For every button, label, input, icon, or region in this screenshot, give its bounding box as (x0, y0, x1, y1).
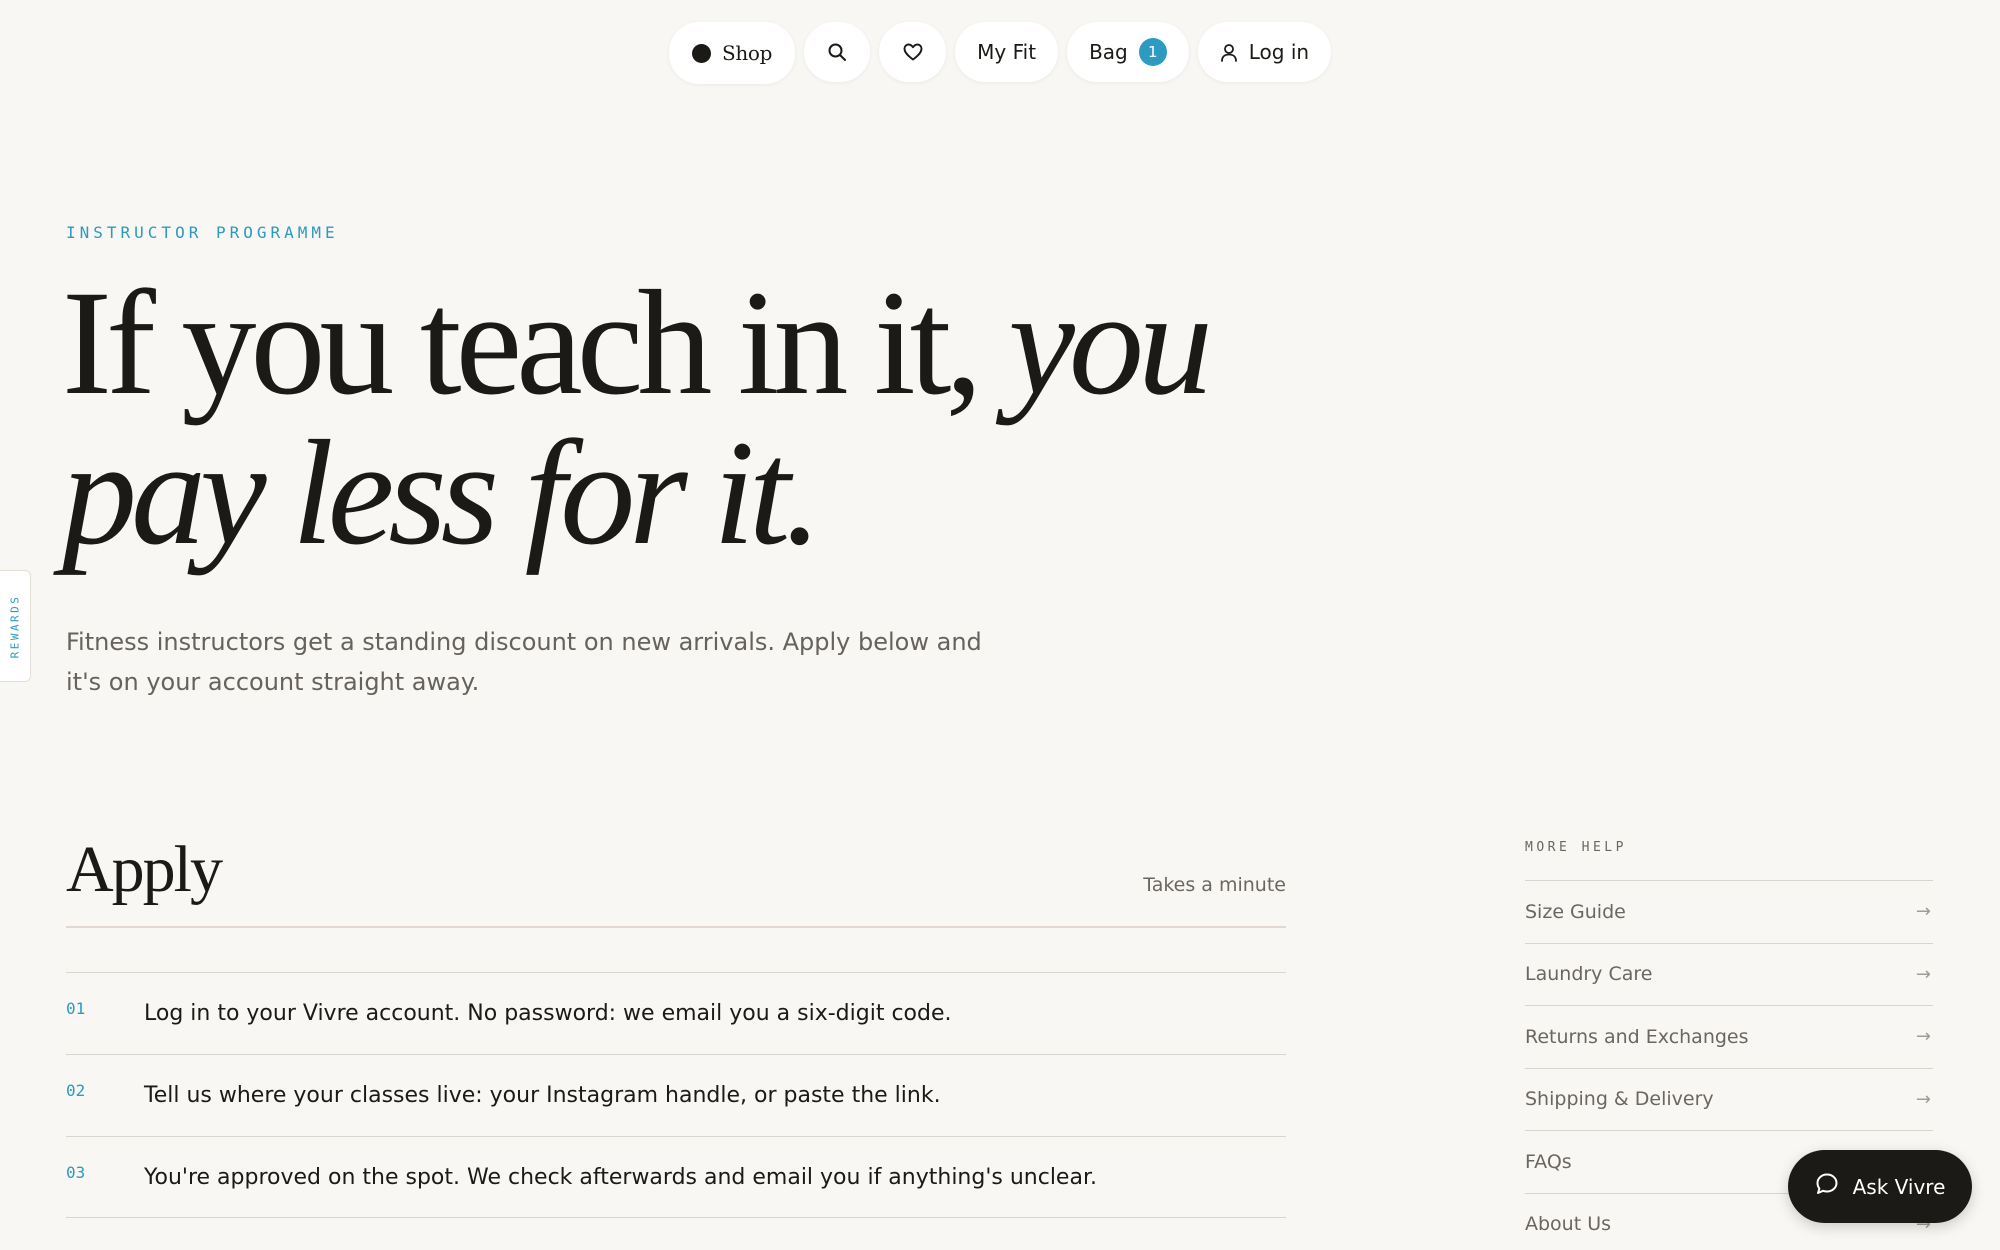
wishlist-button[interactable] (879, 22, 947, 82)
shop-dot-icon (691, 43, 711, 63)
hero-title-italic-1: you (1008, 260, 1213, 426)
arrow-right-icon: → (1915, 963, 1931, 985)
help-link-label: Laundry Care (1525, 963, 1653, 986)
apply-note: Takes a minute (1143, 874, 1286, 896)
bag-label: Bag (1089, 40, 1128, 64)
top-nav: Shop My Fit Bag 1 Log in (0, 22, 2000, 84)
hero-subtitle: Fitness instructors get a standing disco… (66, 628, 982, 696)
apply-heading: Apply (66, 833, 223, 906)
arrow-right-icon: → (1915, 1026, 1931, 1048)
step-number: 02 (66, 1081, 86, 1100)
help-link-label: Returns and Exchanges (1525, 1025, 1749, 1048)
search-button[interactable] (804, 22, 871, 82)
arrow-right-icon: → (1915, 901, 1931, 923)
apply-divider (66, 926, 1286, 928)
rewards-tab-label: REWARDS (8, 594, 22, 658)
hero-title-plain: If you teach in it, (62, 260, 1009, 426)
step-text: You're approved on the spot. We check af… (144, 1164, 1097, 1190)
ask-vivre-button[interactable]: Ask Vivre (1788, 1150, 1972, 1223)
more-help-title: MORE HELP (1525, 840, 1627, 855)
help-link-laundry-care[interactable]: Laundry Care → (1525, 942, 1933, 1006)
step-text: Log in to your Vivre account. No passwor… (144, 1001, 952, 1026)
help-link-label: Shipping & Delivery (1525, 1088, 1714, 1111)
heart-icon (903, 43, 923, 61)
bag-button[interactable]: Bag 1 (1067, 22, 1189, 82)
shop-button[interactable]: Shop (668, 22, 796, 84)
hero-eyebrow: INSTRUCTOR PROGRAMME (66, 223, 339, 242)
login-label: Log in (1248, 40, 1310, 64)
hero-title-italic-2: pay less for it. (62, 410, 822, 576)
chat-bubble-icon (1815, 1172, 1839, 1201)
bag-count-badge: 1 (1138, 38, 1167, 66)
page: Shop My Fit Bag 1 Log in REWARDS INSTRUC… (0, 0, 2000, 1250)
step-item: 01 Log in to your Vivre account. No pass… (66, 972, 1286, 1054)
step-text: Tell us where your classes live: your In… (144, 1083, 941, 1108)
step-number: 01 (66, 999, 86, 1018)
my-fit-button[interactable]: My Fit (955, 22, 1059, 82)
arrow-right-icon: → (1915, 1088, 1931, 1110)
search-icon (827, 42, 847, 62)
help-link-returns[interactable]: Returns and Exchanges → (1525, 1005, 1933, 1068)
rewards-tab[interactable]: REWARDS (0, 570, 31, 682)
step-number: 03 (66, 1163, 86, 1182)
help-link-size-guide[interactable]: Size Guide → (1525, 880, 1933, 943)
shop-label: Shop (721, 41, 773, 65)
apply-steps: 01 Log in to your Vivre account. No pass… (66, 972, 1286, 1218)
step-item: 02 Tell us where your classes live: your… (66, 1054, 1286, 1136)
help-link-label: Size Guide (1525, 900, 1626, 923)
help-link-label: About Us (1525, 1213, 1612, 1236)
hero-title: If you teach in it, you pay less for it. (62, 268, 1262, 568)
help-link-label: FAQs (1525, 1150, 1572, 1173)
login-button[interactable]: Log in (1197, 22, 1332, 82)
my-fit-label: My Fit (977, 40, 1037, 64)
ask-vivre-label: Ask Vivre (1852, 1174, 1946, 1199)
help-link-shipping[interactable]: Shipping & Delivery → (1525, 1067, 1933, 1131)
step-item: 03 You're approved on the spot. We check… (66, 1136, 1286, 1218)
user-icon (1220, 43, 1238, 62)
